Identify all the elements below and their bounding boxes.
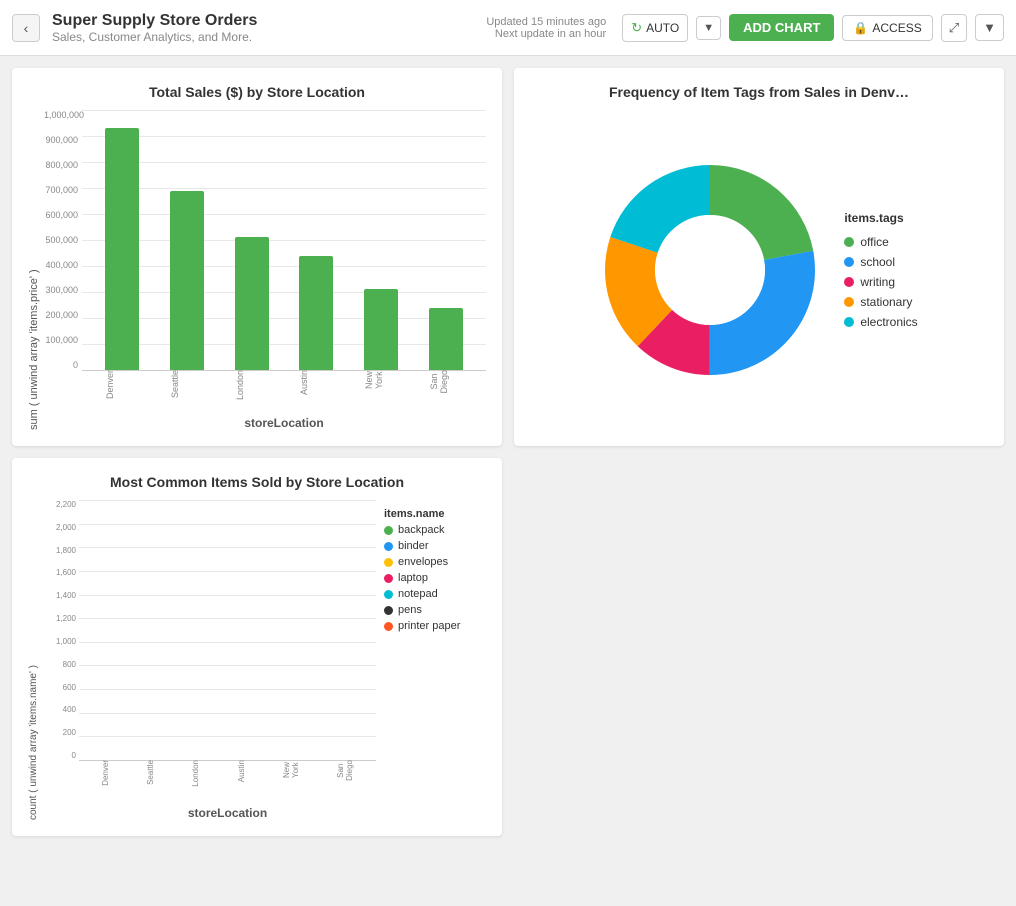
- chart3-x-labels: Denver Seattle London Austin New York Sa…: [79, 760, 376, 780]
- writing-dot: [844, 277, 854, 287]
- bar-austin: [299, 256, 333, 370]
- header-controls: Updated 15 minutes ago Next update in an…: [486, 14, 1004, 42]
- update-info: Updated 15 minutes ago Next update in an…: [486, 16, 606, 40]
- legend-school: school: [844, 255, 917, 269]
- legend-stationary: stationary: [844, 295, 917, 309]
- chart3-legend-title: items.name: [384, 508, 486, 520]
- chart1-x-labels: Denver Seattle London Austin New York Sa…: [82, 370, 486, 390]
- chart3-legend: items.name backpack binder envelopes lap…: [376, 500, 486, 820]
- legend-pens: pens: [384, 604, 486, 616]
- donut-svg: [600, 160, 820, 380]
- chart1-title: Total Sales ($) by Store Location: [28, 84, 486, 100]
- chart3-bars-area: 2,200 2,000 1,800 1,600 1,400 1,200 1,00…: [43, 500, 376, 780]
- legend-binder: binder: [384, 540, 486, 552]
- chart2-legend: items.tags office school writing station…: [844, 211, 917, 329]
- title-block: Super Supply Store Orders Sales, Custome…: [52, 12, 486, 44]
- chart3-y-labels: 2,200 2,000 1,800 1,600 1,400 1,200 1,00…: [43, 500, 79, 760]
- chart1-y-label: sum ( unwind array 'items.price' ): [28, 110, 40, 430]
- legend-notepad: notepad: [384, 588, 486, 600]
- chart1-bars-grid: 1,000,000 900,000 800,000 700,000 600,00…: [44, 110, 486, 390]
- header: ‹ Super Supply Store Orders Sales, Custo…: [0, 0, 1016, 56]
- auto-dropdown-button[interactable]: ▼: [696, 16, 721, 40]
- chart1-area: 1,000,000 900,000 800,000 700,000 600,00…: [44, 110, 486, 430]
- legend-writing: writing: [844, 275, 917, 289]
- bar-seattle: [170, 191, 204, 370]
- chart1-container: sum ( unwind array 'items.price' ) 1,000…: [28, 110, 486, 430]
- bar-newyork: [364, 289, 398, 370]
- legend-office: office: [844, 235, 917, 249]
- lock-icon: 🔒: [853, 21, 868, 35]
- bar-denver: [105, 128, 139, 370]
- add-chart-button[interactable]: ADD CHART: [729, 14, 834, 41]
- chart1-x-title: storeLocation: [82, 416, 486, 430]
- chart3-title: Most Common Items Sold by Store Location: [28, 474, 486, 490]
- legend-laptop: laptop: [384, 572, 486, 584]
- chart2-legend-title: items.tags: [844, 211, 917, 225]
- electronics-dot: [844, 317, 854, 327]
- auto-button[interactable]: ↻ AUTO: [622, 14, 688, 42]
- legend-electronics: electronics: [844, 315, 917, 329]
- chart3-inner: 2,200 2,000 1,800 1,600 1,400 1,200 1,00…: [43, 500, 376, 820]
- legend-backpack: backpack: [384, 524, 486, 536]
- stationary-dot: [844, 297, 854, 307]
- back-button[interactable]: ‹: [12, 14, 40, 42]
- school-dot: [844, 257, 854, 267]
- page-title: Super Supply Store Orders: [52, 12, 486, 30]
- chart2-title: Frequency of Item Tags from Sales in Den…: [530, 84, 988, 100]
- bar-sandiego: [429, 308, 463, 370]
- chart2-card: Frequency of Item Tags from Sales in Den…: [514, 68, 1004, 446]
- chart3-x-title: storeLocation: [79, 806, 376, 820]
- chart3-y-label: count ( unwind array 'items.name' ): [28, 500, 39, 820]
- chart3-card: Most Common Items Sold by Store Location…: [12, 458, 502, 836]
- dashboard-main: Total Sales ($) by Store Location sum ( …: [0, 56, 1016, 848]
- chart2-container: items.tags office school writing station…: [530, 110, 988, 430]
- chart3-outer: count ( unwind array 'items.name' ) 2,20…: [28, 500, 486, 820]
- bar-london: [235, 237, 269, 370]
- legend-printer-paper: printer paper: [384, 620, 486, 632]
- access-button[interactable]: 🔒 ACCESS: [842, 15, 932, 41]
- chart1-bars: [82, 110, 486, 370]
- office-dot: [844, 237, 854, 247]
- page-subtitle: Sales, Customer Analytics, and More.: [52, 30, 486, 44]
- legend-envelopes: envelopes: [384, 556, 486, 568]
- expand-button[interactable]: ⤢: [941, 14, 967, 42]
- chart1-y-labels: 1,000,000 900,000 800,000 700,000 600,00…: [44, 110, 82, 370]
- filter-button[interactable]: ▼: [975, 14, 1004, 41]
- chart1-card: Total Sales ($) by Store Location sum ( …: [12, 68, 502, 446]
- refresh-icon: ↻: [631, 20, 642, 36]
- chart3-grouped-bars: [79, 500, 376, 760]
